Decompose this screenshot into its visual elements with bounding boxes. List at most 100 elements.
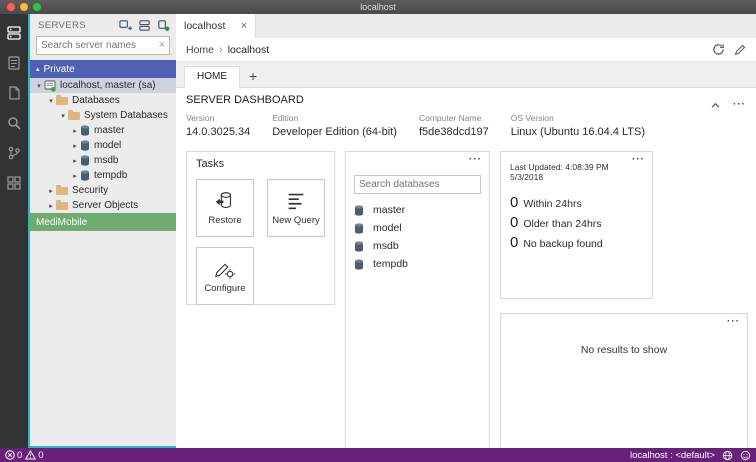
refresh-button[interactable] (712, 43, 725, 56)
tree-item-model-db[interactable]: ▸ model (30, 138, 176, 153)
tree-item-databases[interactable]: ▾ Databases (30, 93, 176, 108)
restore-button[interactable]: Restore (196, 179, 254, 237)
extensions-activity-icon[interactable] (0, 168, 28, 198)
statusbar: 0 0 localhost : <default> (0, 448, 756, 462)
search-activity-icon[interactable] (0, 108, 28, 138)
task-buttons: Restore New Query Configure (196, 179, 325, 305)
new-query-button[interactable]: New Query (267, 179, 325, 237)
edit-button[interactable] (734, 44, 746, 56)
tree-item-master-db[interactable]: ▸ master (30, 123, 176, 138)
warning-icon (25, 450, 37, 460)
explorer-activity-icon[interactable] (0, 78, 28, 108)
sidebar-header: SERVERS (30, 14, 176, 34)
server-group-medimobile[interactable]: MediMobile (30, 213, 176, 231)
chevron-collapsed-icon[interactable]: ▸ (46, 187, 56, 195)
database-list-item[interactable]: msdb (354, 237, 481, 255)
warning-indicator[interactable]: 0 (25, 449, 44, 461)
task-history-activity-icon[interactable] (0, 48, 28, 78)
backup-status-widget: ··· Last Updated: 4:08:39 PM 5/3/2018 0 … (500, 151, 653, 299)
dashboard-title: SERVER DASHBOARD (186, 94, 304, 106)
configure-button[interactable]: Configure (196, 247, 254, 305)
database-list-item[interactable]: master (354, 201, 481, 219)
close-window-button[interactable] (7, 3, 15, 11)
chevron-collapsed-icon[interactable]: ▸ (70, 172, 80, 180)
zoom-window-button[interactable] (33, 3, 41, 11)
window-title: localhost (360, 2, 396, 12)
network-button[interactable] (722, 450, 733, 461)
sidebar-empty-area (30, 231, 176, 446)
database-search-input[interactable] (354, 175, 481, 194)
database-icon (354, 222, 364, 234)
property-label: Edition (272, 113, 299, 123)
server-search-box: × (36, 36, 170, 55)
tab-home[interactable]: HOME (184, 66, 240, 88)
tree-item-security[interactable]: ▸ Security (30, 183, 176, 198)
tree-item-label: Server Objects (72, 200, 139, 211)
property-version: Version 14.0.3025.34 (186, 113, 250, 138)
globe-icon (722, 450, 733, 460)
tree-item-server[interactable]: ▾ localhost, master (sa) (30, 78, 176, 93)
error-icon (5, 450, 15, 460)
sidebar-header-actions (119, 19, 170, 32)
backup-widget-more-icon[interactable]: ··· (632, 155, 645, 165)
tree-item-label: msdb (94, 155, 119, 166)
chevron-collapsed-icon[interactable]: ▸ (46, 202, 56, 210)
backup-counts: 0 Within 24hrs 0 Older than 24hrs 0 No b… (510, 194, 643, 251)
active-connections-button[interactable] (157, 19, 170, 32)
tree-item-msdb-db[interactable]: ▸ msdb (30, 153, 176, 168)
tree-item-system-databases[interactable]: ▾ System Databases (30, 108, 176, 123)
warning-count: 0 (38, 449, 44, 461)
breadcrumb-home[interactable]: Home (186, 44, 214, 56)
new-query-icon (288, 193, 304, 210)
databases-widget-more-icon[interactable]: ··· (469, 155, 482, 165)
minimize-window-button[interactable] (20, 3, 28, 11)
servers-activity-icon[interactable] (0, 18, 28, 48)
chevron-up-icon (711, 102, 720, 108)
folder-icon (56, 95, 68, 105)
tab-localhost[interactable]: localhost × (176, 14, 256, 38)
chevron-expanded-icon[interactable]: ▾ (58, 112, 68, 120)
search-icon (8, 117, 21, 130)
right-widget-column: ··· Last Updated: 4:08:39 PM 5/3/2018 0 … (500, 151, 748, 448)
titlebar: localhost (0, 0, 756, 14)
chevron-expanded-icon[interactable]: ▾ (34, 82, 44, 90)
backup-count-label: Older than 24hrs (523, 218, 602, 230)
error-indicator[interactable]: 0 (5, 450, 22, 461)
collapse-header-button[interactable] (710, 96, 721, 114)
server-icon (44, 80, 56, 92)
new-dashboard-tab-button[interactable]: + (240, 68, 266, 87)
feedback-button[interactable] (740, 450, 751, 461)
property-value: 14.0.3025.34 (186, 126, 251, 138)
backup-count-value: 0 (510, 194, 519, 211)
connection-status[interactable]: localhost : <default> (630, 450, 715, 461)
server-properties: Version 14.0.3025.34 Edition Developer E… (186, 113, 748, 138)
tasks-widget-title: Tasks (196, 158, 225, 170)
dashboard-more-icon[interactable]: ··· (733, 100, 746, 110)
chevron-expanded-icon[interactable]: ▾ (46, 97, 56, 105)
property-label: OS Version (510, 113, 554, 123)
chevron-collapsed-icon[interactable]: ▸ (70, 142, 80, 150)
configure-icon (215, 263, 236, 280)
server-group-icon (139, 19, 150, 31)
restore-icon (215, 192, 232, 208)
new-connection-button[interactable] (119, 19, 132, 32)
results-widget-more-icon[interactable]: ··· (727, 317, 740, 327)
clear-search-icon[interactable]: × (159, 40, 165, 51)
folder-icon (56, 200, 68, 210)
dashboard-toolbar: Home › localhost (176, 38, 756, 62)
database-list-item[interactable]: model (354, 219, 481, 237)
database-list-item[interactable]: tempdb (354, 255, 481, 273)
close-tab-icon[interactable]: × (241, 20, 247, 32)
chevron-collapsed-icon[interactable]: ▸ (70, 157, 80, 165)
backup-count-row: 0 No backup found (510, 234, 643, 251)
results-widget: ··· No results to show (500, 313, 748, 448)
new-server-group-button[interactable] (138, 19, 151, 32)
tree-item-server-objects[interactable]: ▸ Server Objects (30, 198, 176, 213)
main-area: SERVERS × ▴ Pr (0, 14, 756, 448)
property-edition: Edition Developer Edition (64-bit) (272, 113, 397, 138)
source-control-activity-icon[interactable] (0, 138, 28, 168)
chevron-collapsed-icon[interactable]: ▸ (70, 127, 80, 135)
server-group-private[interactable]: ▴ Private (30, 60, 176, 78)
tree-item-tempdb-db[interactable]: ▸ tempdb (30, 168, 176, 183)
server-search-input[interactable] (41, 40, 159, 51)
